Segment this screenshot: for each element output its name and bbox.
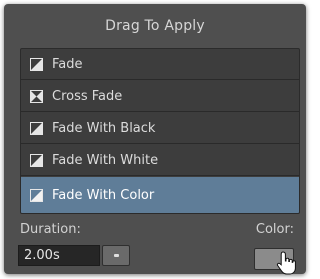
duration-field[interactable]: 2.00s <box>18 245 100 266</box>
transition-item-fade-with-color[interactable]: Fade With Color <box>21 177 299 213</box>
cross-fade-icon <box>30 89 43 103</box>
duration-control: 2.00s <box>18 245 130 266</box>
transition-item-fade-with-black[interactable]: Fade With Black <box>21 113 299 144</box>
fade-color-icon <box>30 188 43 202</box>
duration-stepper[interactable] <box>102 245 130 266</box>
hand-pointer-icon <box>276 251 298 275</box>
transition-item-fade[interactable]: Fade <box>21 49 299 80</box>
transition-label: Fade With Color <box>52 187 155 203</box>
transition-item-cross-fade[interactable]: Cross Fade <box>21 81 299 112</box>
transition-label: Fade With White <box>52 152 159 168</box>
transition-label: Fade <box>52 56 83 72</box>
transition-label: Fade With Black <box>52 120 156 136</box>
transition-label: Cross Fade <box>52 88 123 104</box>
transition-list: Fade Cross Fade Fade With Black Fade Wit… <box>20 48 300 214</box>
color-label: Color: <box>255 222 294 237</box>
stepper-dot-icon <box>113 254 119 257</box>
transition-item-fade-with-white[interactable]: Fade With White <box>21 145 299 176</box>
duration-label: Duration: <box>20 222 81 237</box>
transitions-panel: Drag To Apply Fade Cross Fade Fade With … <box>4 4 306 274</box>
fade-icon <box>30 57 43 71</box>
panel-title: Drag To Apply <box>105 18 205 34</box>
fade-white-icon <box>30 153 43 167</box>
fade-black-icon <box>30 121 43 135</box>
